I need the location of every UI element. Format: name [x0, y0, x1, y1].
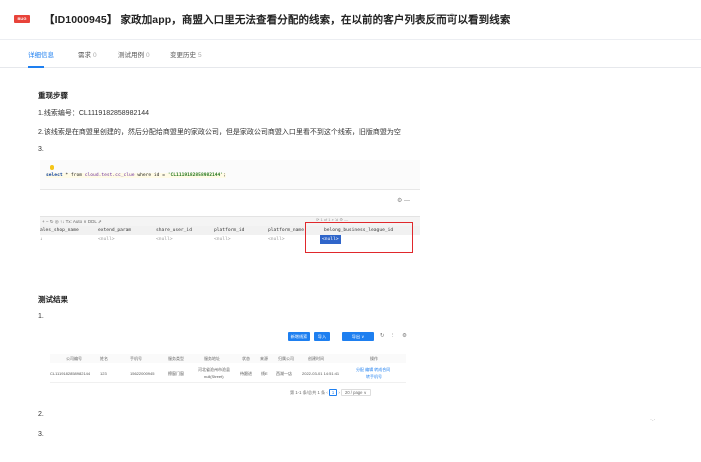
column-header: 公司编号	[66, 356, 82, 361]
tab-label: 详细信息	[28, 52, 54, 59]
page-number[interactable]: 1	[328, 389, 338, 396]
cell-phone: 15622000945	[130, 371, 155, 376]
cell: <null>	[98, 237, 115, 242]
issue-header: BUG 【ID1000945】 家政加app，商盟入口里无法查看分配的线索，在以…	[0, 0, 701, 40]
chevron-down-icon: ∨	[360, 334, 365, 339]
tab-label: 需求	[78, 52, 91, 59]
tab-count: 0	[146, 52, 150, 59]
sql-keyword: select	[46, 173, 63, 178]
sql-where: where id =	[134, 173, 168, 178]
tab-label: 测试用例	[118, 52, 144, 59]
scroll-indicator: ·.·	[650, 417, 656, 423]
cell-id: CL1119182858982144	[50, 371, 91, 376]
cell-source: 线E	[261, 371, 268, 376]
tab-change-history[interactable]: 变更历史 5	[170, 49, 202, 59]
tab-label: 变更历史	[170, 52, 196, 59]
sql-query-screenshot: select * from cloud.test.cc_clue where i…	[40, 160, 420, 284]
column-header: 归属公司	[278, 356, 294, 361]
result-item-3: 3.	[38, 431, 44, 438]
column-header: 创建时间	[308, 356, 324, 361]
cell-address: 河北省沧州市沧县	[198, 367, 230, 372]
add-clue-button[interactable]: 新增线索	[288, 332, 310, 341]
reproduce-step-2: 2.该线索是在商盟里创建的，然后分配给商盟里的家政公司，但是家政公司商盟入口里看…	[38, 129, 401, 136]
column-header: 服务类型	[168, 356, 184, 361]
section-heading-reproduce: 重现步骤	[38, 91, 68, 100]
column-header: 状态	[242, 356, 250, 361]
pagination: 第 1-1 条/总共 1 条 ‹ 1 › 20 / page ∨	[290, 389, 371, 396]
sql-from: * from	[62, 173, 85, 178]
table-header: 公司编号 姓名 手机号 服务类型 服务地址 状态 来源 归属公司 创建时间 操作	[50, 354, 406, 363]
refresh-icon[interactable]: ↻	[380, 333, 385, 339]
result-item-2: 2.	[38, 411, 44, 418]
bug-type-badge: BUG	[14, 15, 30, 23]
tab-bar: 详细信息 需求 0 测试用例 0 变更历史 5	[0, 40, 701, 68]
result-item-1: 1.	[38, 313, 44, 320]
cell-time: 2022-03-01 14:51:41	[302, 371, 340, 376]
cell-type: 擦窗门窗	[168, 371, 184, 376]
column-header: platform_name	[268, 228, 304, 233]
cell-name: 123	[100, 371, 107, 376]
tab-requirements[interactable]: 需求 0	[78, 49, 97, 59]
cell-company: 西湖一店	[276, 371, 292, 376]
section-heading-result: 测试结果	[38, 295, 68, 304]
cell-address-street: null(Street)	[204, 374, 224, 379]
column-header: 手机号	[130, 356, 142, 361]
prev-page-button[interactable]: ‹	[326, 390, 327, 395]
table-row: CL1119182858982144 123 15622000945 擦窗门窗 …	[50, 365, 406, 383]
column-header: ales_shop_name	[40, 228, 79, 233]
gear-icon[interactable]: ⚙ —	[397, 197, 410, 204]
reproduce-step-1: 1.线索编号：CL1119182858982144	[38, 110, 150, 117]
column-header: extend_param	[98, 228, 132, 233]
column-header: 姓名	[100, 356, 108, 361]
page-size-select[interactable]: 20 / page ∨	[340, 389, 371, 396]
tab-test-cases[interactable]: 测试用例 0	[118, 49, 150, 59]
link-icon[interactable]: ⊘	[448, 12, 456, 23]
test-result-screenshot: 新增线索 导入 导出 ∨ ↻ ⫶ ⚙ 公司编号 姓名 手机号 服务类型 服务地址…	[40, 332, 420, 404]
tab-count: 0	[93, 52, 97, 59]
row-actions[interactable]: 分配 编辑 转成合同	[356, 367, 390, 373]
column-header: 操作	[370, 356, 378, 361]
cell: <null>	[268, 237, 285, 242]
star-icon[interactable]: ☆	[430, 12, 439, 23]
title-actions: ☆ ⊘	[430, 12, 462, 23]
lightbulb-icon	[50, 165, 54, 170]
settings-icon[interactable]: ⚙	[402, 333, 407, 339]
sql-suffix: ;	[223, 173, 226, 178]
density-icon[interactable]: ⫶	[392, 333, 393, 340]
highlight-box	[305, 222, 413, 253]
column-header: 来源	[260, 356, 268, 361]
pagination-summary: 第 1-1 条/总共 1 条	[290, 390, 326, 395]
tab-count: 5	[198, 52, 202, 59]
sql-statement: select * from cloud.test.cc_clue where i…	[46, 173, 226, 178]
column-header: platform_id	[214, 228, 245, 233]
next-page-button[interactable]: ›	[338, 390, 339, 395]
tab-details[interactable]: 详细信息	[28, 49, 54, 59]
sql-table: cloud.test.cc_clue	[84, 173, 135, 178]
cell-status: 待跟进	[240, 371, 252, 376]
row-action-phone[interactable]: 转手机号	[366, 374, 382, 380]
cell: <null>	[214, 237, 231, 242]
reproduce-step-3: 3.	[38, 146, 44, 153]
column-header: 服务地址	[204, 356, 220, 361]
cell: <null>	[156, 237, 173, 242]
column-header: share_user_id	[156, 228, 192, 233]
cell: ↓	[40, 237, 43, 242]
sql-value: 'CL1119182858982144'	[167, 173, 224, 178]
export-label: 导出	[351, 334, 361, 339]
sql-editor: select * from cloud.test.cc_clue where i…	[40, 160, 420, 190]
export-button[interactable]: 导出 ∨	[342, 332, 374, 341]
active-tab-indicator	[28, 66, 44, 68]
import-button[interactable]: 导入	[314, 332, 330, 341]
